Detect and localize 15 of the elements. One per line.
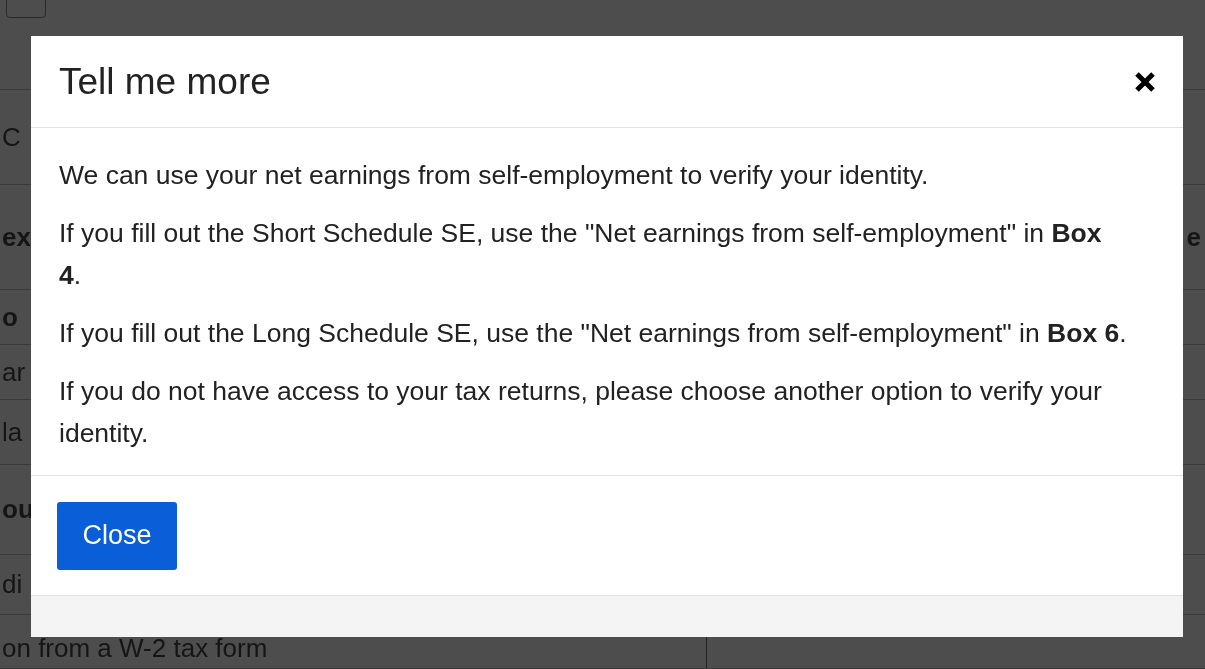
page-text: la — [1, 415, 23, 449]
dialog-paragraph: If you fill out the Short Schedule SE, use the "Net earnings from self-employment" in Box 4. — [59, 217, 1103, 292]
dialog-title: Tell me more — [59, 59, 271, 104]
close-button[interactable]: Close — [57, 501, 177, 570]
page-text: ex — [1, 220, 31, 254]
dialog-paragraph: If you do not have access to your tax returns, please choose another option to verify your identity. — [59, 375, 1103, 450]
page-text: di — [1, 568, 23, 601]
dialog-paragraph: We can use your net earnings from self-employment to verify your identity. — [59, 159, 930, 192]
dialog-paragraph: If you fill out the Long Schedule SE, use the "Net earnings from self-employment" in Box 6. — [59, 317, 1128, 350]
close-icon[interactable] — [1133, 69, 1157, 94]
page-text: ar — [1, 355, 26, 389]
page-text: on from a W-2 tax form — [1, 632, 268, 665]
page-text: o — [1, 300, 18, 334]
page-text: e — [1186, 220, 1202, 254]
page-text: C — [1, 120, 21, 154]
